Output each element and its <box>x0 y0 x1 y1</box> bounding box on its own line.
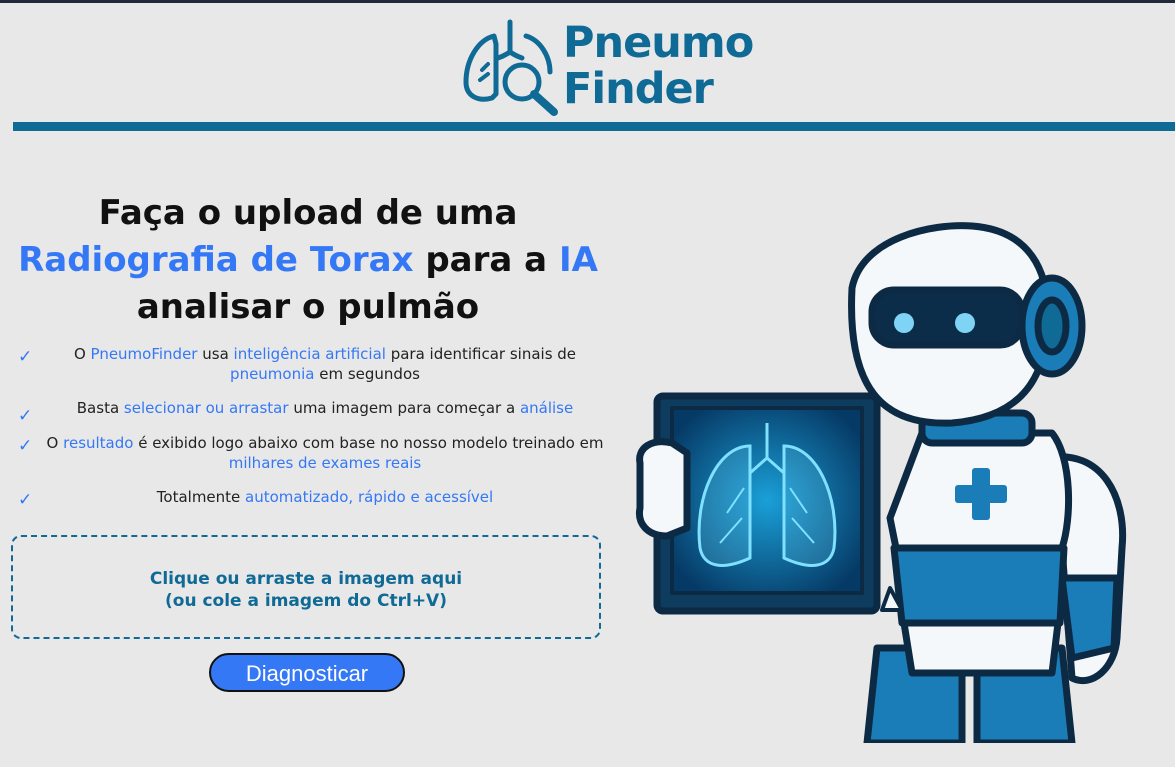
check-icon: ✓ <box>18 436 33 456</box>
hero-line-2: Radiografia de Torax para a IA <box>10 237 606 284</box>
diagnose-button[interactable]: Diagnosticar <box>209 653 405 692</box>
feature-item: ✓ Basta selecionar ou arrastar uma image… <box>10 398 610 433</box>
image-dropzone[interactable]: Clique ou arraste a imagem aqui (ou cole… <box>11 535 601 639</box>
logo: Pneumo Finder <box>460 14 780 118</box>
check-icon: ✓ <box>18 406 33 426</box>
check-icon: ✓ <box>18 490 33 510</box>
feature-item: ✓ Totalmente automatizado, rápido e aces… <box>10 487 610 517</box>
feature-text: Totalmente automatizado, rápido e acessí… <box>156 488 494 506</box>
hero-ia: IA <box>558 240 598 280</box>
lungs-magnifier-icon <box>463 19 558 116</box>
robot-illustration <box>635 222 1127 743</box>
hero-line-3: analisar o pulmão <box>136 287 480 327</box>
feature-item: ✓ O resultado é exibido logo abaixo com … <box>10 433 610 487</box>
hero-heading: Faça o upload de uma Radiografia de Tora… <box>10 190 606 331</box>
feature-item: ✓ O PneumoFinder usa inteligência artifi… <box>10 344 610 398</box>
brand-name: Pneumo Finder <box>563 18 754 114</box>
check-icon: ✓ <box>18 347 33 367</box>
hero-line-1: Faça o upload de uma <box>98 193 518 233</box>
brand-line-2: Finder <box>563 64 714 114</box>
hero-connector: para a <box>413 240 559 280</box>
feature-text: O PneumoFinder usa inteligência artifici… <box>73 345 577 383</box>
dropzone-line-2: (ou cole a imagem do Ctrl+V) <box>165 591 447 611</box>
feature-text: O resultado é exibido logo abaixo com ba… <box>46 434 604 472</box>
header-divider <box>13 122 1175 131</box>
dropzone-line-1: Clique ou arraste a imagem aqui <box>149 569 463 589</box>
feature-list: ✓ O PneumoFinder usa inteligência artifi… <box>10 344 610 517</box>
top-bar <box>0 0 1175 3</box>
brand-line-1: Pneumo <box>563 18 754 68</box>
feature-text: Basta selecionar ou arrastar uma imagem … <box>76 399 574 417</box>
hero-highlight: Radiografia de Torax <box>18 240 414 280</box>
